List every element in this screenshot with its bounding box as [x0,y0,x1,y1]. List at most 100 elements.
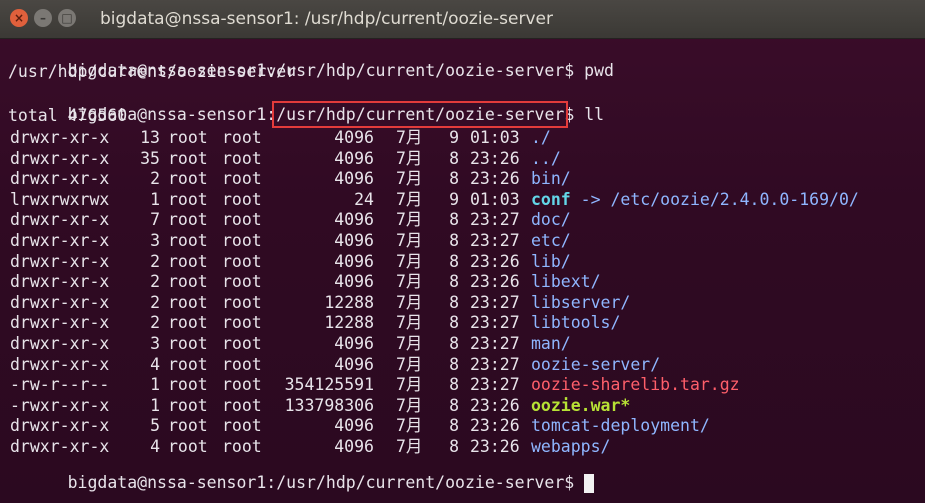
owner: root [168,292,208,312]
listing-row: drwxr-xr-x 2 root root 12288 7月 8 23:27 libtools… [0,312,925,333]
file-entry: libserver/ [531,292,630,313]
listing-row: drwxr-xr-x 5 root root 4096 7月 8 23:26 tomcat-de… [0,415,925,436]
owner: root [168,148,208,168]
permissions: drwxr-xr-x [10,292,110,312]
file-name: tomcat-deployment/ [531,416,710,436]
file-name: ../ [531,148,561,168]
day: 8 [449,375,459,395]
total-line: total 476560 [8,106,128,125]
current-prompt-line[interactable]: bigdata@nssa-sensor1:/usr/hdp/current/oo… [8,451,595,493]
terminal-output[interactable]: bigdata@nssa-sensor1:/usr/hdp/current/oo… [0,39,925,503]
file-entry: conf -> /etc/oozie/2.4.0.0-169/0/ [531,189,859,210]
file-name: man/ [531,334,571,353]
month: 7月 [396,354,423,374]
listing-row: drwxr-xr-x 2 root root 12288 7月 8 23:27 libserve… [0,292,925,313]
month: 7月 [396,128,423,147]
owner: root [168,231,208,250]
file-size: 4096 [334,416,374,436]
month: 7月 [396,272,423,292]
month: 7月 [396,375,423,395]
file-entry: oozie-sharelib.tar.gz [531,374,740,395]
month: 7月 [396,292,423,312]
link-count: 13 [140,128,160,147]
file-name: doc/ [531,210,571,230]
link-count: 5 [150,416,160,436]
month: 7月 [396,313,423,333]
file-size: 4096 [334,148,374,168]
link-count: 2 [150,313,160,333]
permissions: drwxr-xr-x [10,210,110,230]
group: root [222,189,262,209]
day: 8 [449,148,459,168]
command-text: $ ll [564,105,605,124]
highlighted-path: /usr/hdp/current/oozie-server [272,101,569,128]
day: 8 [449,354,459,374]
file-size: 4096 [334,272,374,292]
group: root [222,334,262,353]
time: 23:27 [470,334,520,353]
link-count: 3 [150,334,160,353]
file-entry: bin/ [531,168,571,189]
link-count: 7 [150,210,160,230]
group: root [222,169,262,189]
link-count: 2 [150,169,160,189]
day: 8 [449,272,459,292]
day: 9 [449,189,459,209]
permissions: drwxr-xr-x [10,354,110,374]
month: 7月 [396,334,423,353]
owner: root [168,354,208,374]
maximize-button[interactable]: □ [58,9,76,27]
file-entry: oozie-server/ [531,354,660,375]
owner: root [168,169,208,189]
permissions: -rw-r--r-- [10,375,110,395]
owner: root [168,375,208,395]
file-size: 4096 [334,210,374,230]
permissions: lrwxrwxrwx [10,189,110,209]
file-entry: oozie.war* [531,395,630,416]
permissions: drwxr-xr-x [10,148,110,168]
file-entry: tomcat-deployment/ [531,415,710,436]
listing-row: drwxr-xr-x 2 root root 4096 7月 8 23:26 libext/ [0,271,925,292]
file-name: libtools/ [531,313,621,333]
file-name: conf [531,189,571,209]
owner: root [168,272,208,292]
month: 7月 [396,148,423,168]
time: 23:26 [470,148,520,168]
link-count: 2 [150,272,160,292]
file-entry: doc/ [531,209,571,230]
group: root [222,272,262,292]
permissions: drwxr-xr-x [10,272,110,292]
symlink-target: -> /etc/oozie/2.4.0.0-169/0/ [570,189,859,209]
group: root [222,354,262,374]
group: root [222,210,262,230]
time: 01:03 [470,189,520,209]
time: 23:27 [470,313,520,333]
file-size: 4096 [334,354,374,374]
link-count: 2 [150,251,160,271]
link-count: 1 [150,375,160,395]
time: 23:27 [470,231,520,250]
permissions: drwxr-xr-x [10,334,110,353]
group: root [222,292,262,312]
time: 23:27 [470,375,520,395]
pwd-output: /usr/hdp/current/oozie-server [8,62,297,81]
month: 7月 [396,231,423,250]
terminal-window: × – □ bigdata@nssa-sensor1: /usr/hdp/cur… [0,0,925,503]
listing-row: drwxr-xr-x 2 root root 4096 7月 8 23:26 bin/ [0,168,925,189]
file-entry: ../ [531,148,561,169]
listing-row: drwxr-xr-x 3 root root 4096 7月 8 23:27 man/ [0,333,925,354]
file-size: 4096 [334,128,374,147]
time: 23:26 [470,416,520,436]
month: 7月 [396,210,423,230]
title-bar: × – □ bigdata@nssa-sensor1: /usr/hdp/cur… [0,0,925,39]
owner: root [168,251,208,271]
link-count: 4 [150,354,160,374]
file-size: 4096 [334,231,374,250]
owner: root [168,416,208,436]
file-size: 354125591 [284,375,374,395]
minimize-button[interactable]: – [34,9,52,27]
time: 23:27 [470,210,520,230]
close-button[interactable]: × [10,9,28,27]
listing-row: drwxr-xr-x 3 root root 4096 7月 8 23:27 etc/ [0,230,925,251]
file-name: bin/ [531,169,571,189]
